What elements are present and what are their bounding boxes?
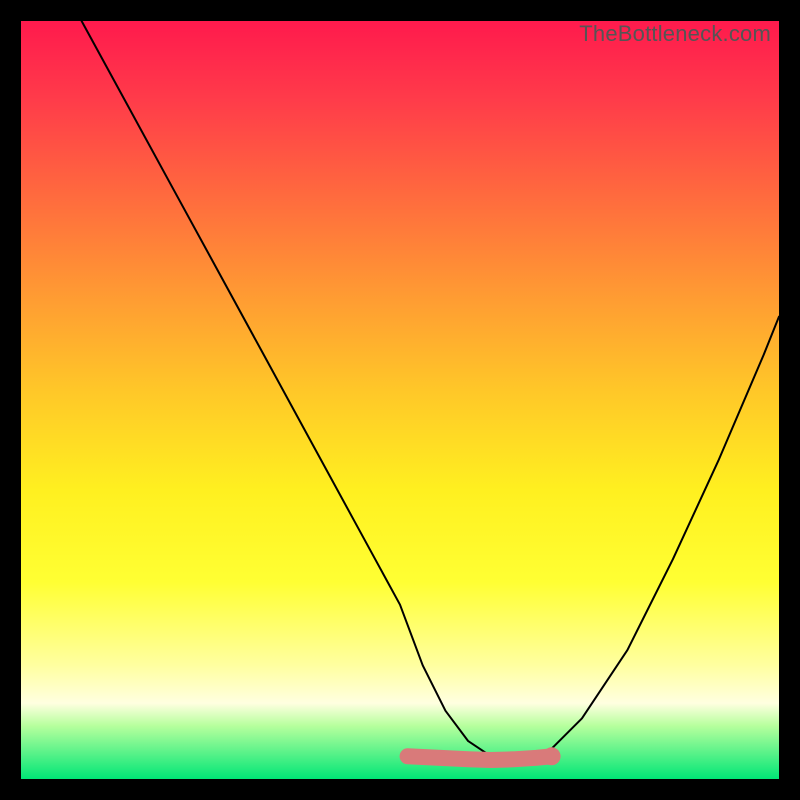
highlight-band [408, 756, 552, 760]
curve-line [82, 21, 779, 760]
chart-svg [21, 21, 779, 779]
highlight-dot [543, 747, 561, 765]
plot-area: TheBottleneck.com [21, 21, 779, 779]
